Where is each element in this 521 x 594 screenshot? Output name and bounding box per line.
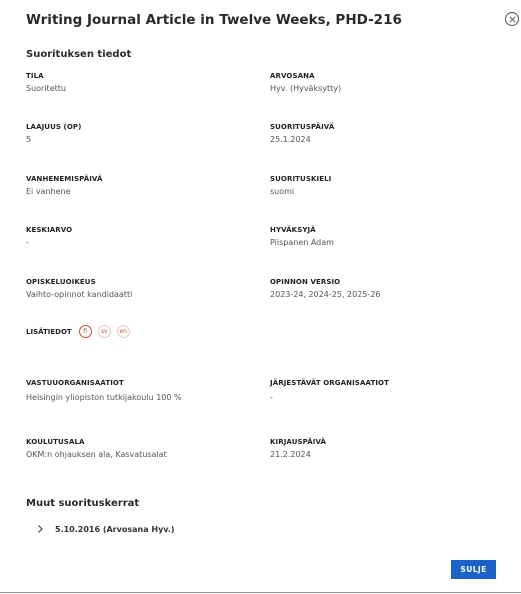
field-value: 25.1.2024 (270, 135, 311, 144)
field-opinnon-versio: OPINNON VERSIO 2023-24, 2024-25, 2025-26 (270, 278, 380, 299)
field-label: KESKIARVO (26, 226, 73, 234)
field-opiskeluoikeus: OPISKELUOIKEUS Vaihto-opinnot kandidaatt… (26, 278, 132, 299)
field-label: OPINNON VERSIO (270, 278, 341, 286)
field-label: TILA (26, 72, 44, 80)
field-value: Helsingin yliopiston tutkijakoulu 100 % (26, 393, 182, 402)
field-laajuus: LAAJUUS (OP) 5 (26, 123, 81, 144)
field-value: 21.2.2024 (270, 450, 311, 459)
language-fi-button[interactable]: fi (78, 325, 92, 338)
details-heading: Suorituksen tiedot (26, 49, 132, 60)
field-label: KIRJAUSPÄIVÄ (270, 438, 327, 446)
field-value: Ei vanhene (26, 187, 71, 196)
field-tila: TILA Suoritettu (26, 72, 66, 93)
field-kirjauspaiva: KIRJAUSPÄIVÄ 21.2.2024 (270, 438, 326, 459)
close-x-glyph (508, 15, 516, 23)
field-label: JÄRJESTÄVÄT ORGANISAATIOT (270, 379, 389, 387)
field-value: - (270, 393, 273, 402)
lisatiedot-label: LISÄTIEDOT (26, 327, 72, 336)
field-suorituspaiva: SUORITUSPÄIVÄ 25.1.2024 (270, 123, 334, 144)
field-label: SUORITUSPÄIVÄ (270, 123, 335, 131)
field-jarjestavat: JÄRJESTÄVÄT ORGANISAATIOT - (270, 379, 389, 402)
field-value: 5 (26, 135, 32, 144)
field-arvosana: ARVOSANA Hyv. (Hyväksytty) (270, 72, 341, 93)
field-koulutusala: KOULUTUSALA OKM:n ohjauksen ala, Kasvatu… (26, 438, 167, 459)
language-sv-button[interactable]: sv (97, 325, 111, 338)
field-value: - (26, 238, 29, 247)
field-vastuuorganisaatiot: VASTUUORGANISAATIOT Helsingin yliopiston… (26, 379, 182, 402)
field-hyvaksyja: HYVÄKSYJÄ Piispanen Adam (270, 226, 334, 247)
field-value: OKM:n ohjauksen ala, Kasvatusalat (26, 450, 167, 459)
close-icon[interactable] (505, 12, 519, 26)
field-value: suomi (270, 187, 295, 196)
field-keskiarvo: KESKIARVO - (26, 226, 72, 247)
close-button[interactable]: SULJE (451, 560, 496, 579)
field-value: 2023-24, 2024-25, 2025-26 (270, 290, 381, 299)
course-detail-dialog: Writing Journal Article in Twelve Weeks,… (0, 0, 521, 593)
field-vanhenemispaiva: VANHENEMISPÄIVÄ Ei vanhene (26, 175, 102, 196)
field-value: Hyv. (Hyväksytty) (270, 84, 342, 93)
language-en-button[interactable]: en (116, 325, 130, 338)
field-label: VANHENEMISPÄIVÄ (26, 175, 103, 183)
field-label: VASTUUORGANISAATIOT (26, 379, 124, 387)
field-label: SUORITUSKIELI (270, 175, 332, 183)
field-label: KOULUTUSALA (26, 438, 85, 446)
field-label: HYVÄKSYJÄ (270, 226, 316, 234)
field-label: LAAJUUS (OP) (26, 123, 82, 131)
other-attempt-text: 5.10.2016 (Arvosana Hyv.) (55, 524, 175, 534)
field-suorituskieli: SUORITUSKIELI suomi (270, 175, 331, 196)
field-value: Suoritettu (26, 84, 66, 93)
other-attempts-heading: Muut suorituskerrat (26, 498, 140, 509)
field-value: Piispanen Adam (270, 238, 334, 247)
field-label: OPISKELUOIKEUS (26, 278, 96, 286)
dialog-title: Writing Journal Article in Twelve Weeks,… (26, 12, 402, 28)
lisatiedot-row: LISÄTIEDOT fi sv en (26, 325, 136, 338)
field-label: ARVOSANA (270, 72, 315, 80)
field-value: Vaihto-opinnot kandidaatti (26, 290, 133, 299)
chevron-right-icon (38, 525, 43, 533)
other-attempt-item[interactable]: 5.10.2016 (Arvosana Hyv.) (36, 524, 175, 534)
